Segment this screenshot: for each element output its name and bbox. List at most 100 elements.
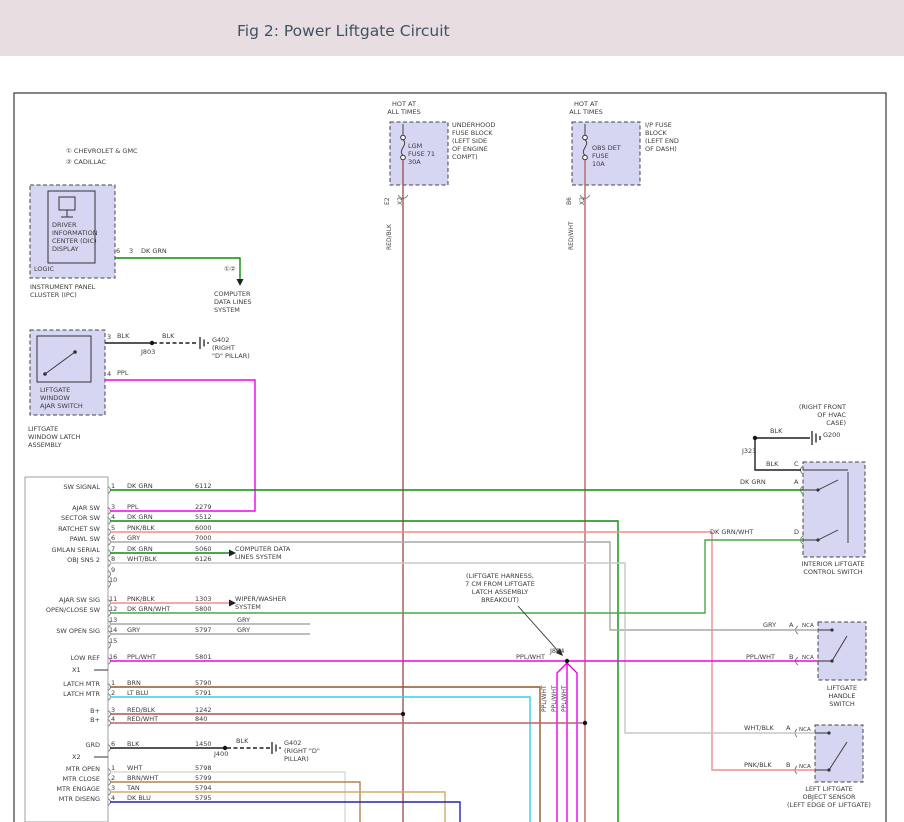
ipc-logic-label: LOGIC bbox=[34, 265, 54, 273]
fuse1-hot-label: HOT AT ALL TIMES bbox=[379, 100, 429, 116]
g200-wire2-color: BLK bbox=[766, 460, 778, 468]
row-name: GRD bbox=[26, 741, 100, 749]
row-name: RATCHET SW bbox=[26, 525, 100, 533]
wire-color-mid-label: GRY bbox=[237, 616, 250, 624]
circuit-number: 5800 bbox=[195, 605, 212, 613]
wire-color-label: DK GRN bbox=[127, 513, 153, 521]
object-sensor-wire-b: PNK/BLK bbox=[744, 761, 772, 769]
pin-number: 13 bbox=[109, 616, 117, 624]
object-sensor-wire-a: WHT/BLK bbox=[744, 724, 774, 732]
ppl-wht-mid-label: PPL/WHT bbox=[516, 653, 545, 661]
fuse1-terminal: E2 bbox=[384, 197, 392, 205]
splice-j804-label: J804 bbox=[550, 647, 564, 655]
pin-number: 14 bbox=[109, 626, 117, 634]
junction-red-blk bbox=[401, 712, 405, 716]
pin-number: 6 bbox=[111, 740, 115, 748]
ground-g402-top-label: G402 bbox=[212, 336, 229, 344]
wire-color-label: GRY bbox=[127, 534, 140, 542]
pin-number: 5 bbox=[111, 524, 115, 532]
fuse2-terminal: B6 bbox=[566, 197, 574, 205]
circuit-number: 5801 bbox=[195, 653, 212, 661]
ipc-pin-left: 6 bbox=[116, 247, 120, 255]
g200-wire-color: BLK bbox=[770, 427, 782, 435]
row-name: SW OPEN SIG bbox=[26, 627, 100, 635]
pin-number: 1 bbox=[111, 764, 115, 772]
fuse1-name: LGM FUSE 71 30A bbox=[408, 142, 435, 166]
liftgate-handle-switch-box bbox=[818, 622, 866, 680]
object-sensor-note-b: NCA bbox=[799, 763, 811, 771]
pin-number: 1 bbox=[111, 482, 115, 490]
ipc-name: INSTRUMENT PANEL CLUSTER (IPC) bbox=[30, 283, 95, 299]
ground-g402-top-location: (RIGHT "D" PILLAR) bbox=[212, 344, 250, 360]
ground-g200-label: G200 bbox=[823, 431, 840, 439]
wire-color-label: DK BLU bbox=[127, 794, 151, 802]
pin-number: 8 bbox=[111, 555, 115, 563]
splice-j803 bbox=[150, 341, 154, 345]
circuit-number: 2279 bbox=[195, 503, 212, 511]
circuit-number: 5799 bbox=[195, 774, 212, 782]
row-name: LOW REF bbox=[26, 654, 100, 662]
handle-switch-name: LIFTGATE HANDLE SWITCH bbox=[816, 684, 868, 708]
circuit-number: 7000 bbox=[195, 534, 212, 542]
ground-g402-bottom-label: G402 bbox=[284, 739, 301, 747]
wire-color-label: WHT bbox=[127, 764, 142, 772]
ppl-wht-vertical-2: PPL/WHT bbox=[551, 685, 559, 712]
row-name: SECTOR SW bbox=[26, 514, 100, 522]
connector-section-x1: X1 bbox=[72, 666, 81, 674]
legend-line1: ① CHEVROLET & GMC bbox=[66, 147, 138, 155]
circuit-number: 1242 bbox=[195, 706, 212, 714]
handle-switch-note-b: NCA bbox=[802, 654, 814, 662]
circuit-number: 6000 bbox=[195, 524, 212, 532]
splice-j323-label: J323 bbox=[742, 447, 756, 455]
interior-liftgate-control-switch-box bbox=[803, 462, 865, 557]
row-name: OBJ SNS 2 bbox=[26, 556, 100, 564]
splice-j803-label: J803 bbox=[141, 348, 155, 356]
harness-note: (LIFTGATE HARNESS, 7 CM FROM LIFTGATE LA… bbox=[448, 572, 552, 604]
wire-color-label: PPL bbox=[127, 503, 138, 511]
ppl-wht-vertical-1: PPL/WHT bbox=[541, 685, 549, 712]
wire-tan-5794 bbox=[110, 792, 445, 822]
latch-wire3b-color: BLK bbox=[162, 332, 174, 340]
circuit-number: 1450 bbox=[195, 740, 212, 748]
arrowhead-down-icon bbox=[237, 279, 244, 286]
grd-mid-wire-color: BLK bbox=[236, 737, 248, 745]
computer-data-lines-target: COMPUTER DATA LINES SYSTEM bbox=[214, 290, 251, 314]
wire-color-label: PNK/BLK bbox=[127, 595, 155, 603]
fuse1-block-location: UNDERHOOD FUSE BLOCK (LEFT SIDE OF ENGIN… bbox=[452, 121, 495, 161]
wire-dk-grn-5512 bbox=[110, 521, 618, 822]
wire-color-label: BRN bbox=[127, 679, 141, 687]
interior-switch-pin-c: C bbox=[794, 460, 799, 468]
pin-number: 10 bbox=[109, 576, 117, 584]
row-name: B+ bbox=[26, 716, 100, 724]
object-sensor-name: LEFT LIFTGATE OBJECT SENSOR (LEFT EDGE O… bbox=[772, 785, 886, 809]
circuit-number: 1303 bbox=[195, 595, 212, 603]
variant-marks: ①② bbox=[224, 265, 236, 273]
row-name: MTR DISENG bbox=[26, 795, 100, 803]
circuit-number: 5794 bbox=[195, 784, 212, 792]
wire-ipc-dk-grn bbox=[115, 258, 240, 279]
legend-line2: ② CADILLAC bbox=[66, 158, 106, 166]
wire-color-label: DK GRN bbox=[127, 482, 153, 490]
pin-number: 1 bbox=[111, 679, 115, 687]
wire-color-label: GRY bbox=[127, 626, 140, 634]
interior-switch-pin-a: A bbox=[794, 478, 798, 486]
handle-switch-pin-b: B bbox=[789, 653, 793, 661]
row-name: AJAR SW SIG bbox=[26, 596, 100, 604]
row-name: PAWL SW bbox=[26, 535, 100, 543]
wire-color-label: RED/WHT bbox=[127, 715, 158, 723]
handle-switch-pin-a: A bbox=[789, 621, 793, 629]
interior-switch-wire-d: DK GRN/WHT bbox=[710, 528, 753, 536]
fuse2-connector: X2 bbox=[579, 197, 587, 205]
splice-j400-label: J400 bbox=[214, 750, 228, 758]
pin-number: 7 bbox=[111, 545, 115, 553]
ground-g402-bottom-icon bbox=[272, 742, 280, 754]
circuit-number: 5512 bbox=[195, 513, 212, 521]
row-name: B+ bbox=[26, 707, 100, 715]
circuit-number: 5797 bbox=[195, 626, 212, 634]
circuit-number: 6126 bbox=[195, 555, 212, 563]
handle-switch-wire-a: GRY bbox=[763, 621, 776, 629]
wire-ajar-ppl-2279 bbox=[105, 380, 255, 511]
connector-section-x2: X2 bbox=[72, 753, 81, 761]
wire-color-label: DK GRN bbox=[127, 545, 153, 553]
latch-assembly-name: LIFTGATE WINDOW LATCH ASSEMBLY bbox=[28, 425, 81, 449]
